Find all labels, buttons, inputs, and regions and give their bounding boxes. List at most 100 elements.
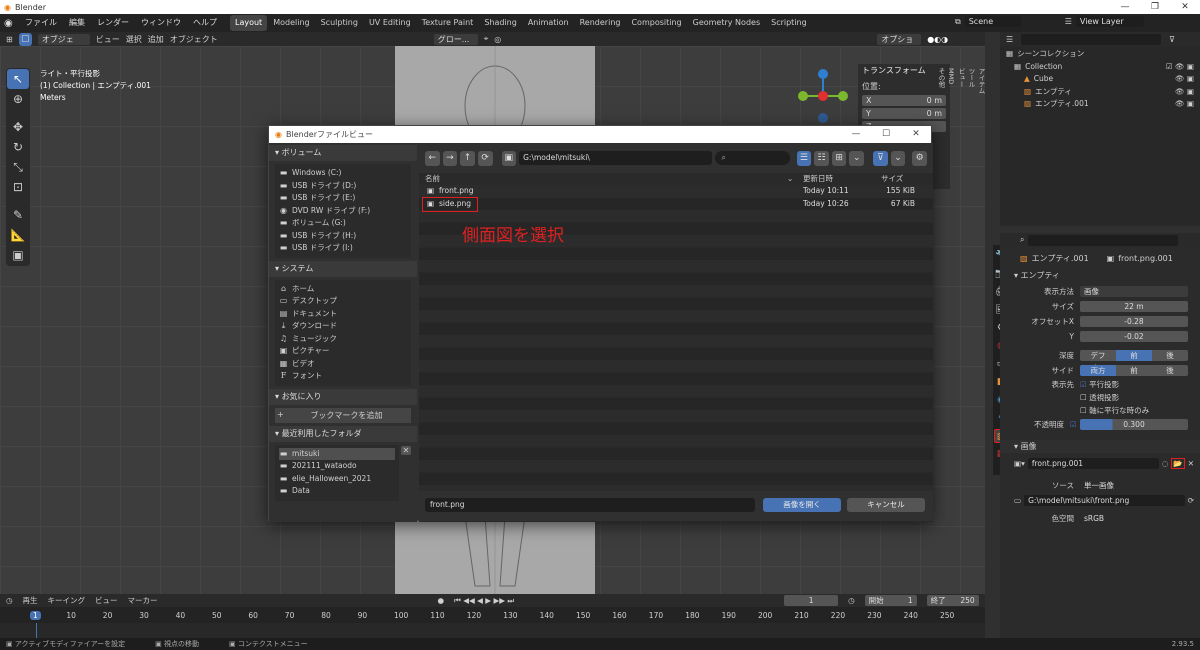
- annotate-tool-icon[interactable]: ✎: [7, 205, 29, 225]
- col-date[interactable]: 更新日時: [803, 173, 833, 185]
- volume-item[interactable]: ▬ USB ドライブ (H:): [279, 230, 407, 243]
- image-browse-icon[interactable]: ▣▾: [1014, 459, 1025, 468]
- dialog-maximize-button[interactable]: ☐: [871, 126, 901, 143]
- depth-default[interactable]: デフォ...: [1080, 350, 1116, 371]
- shading-solid-icon[interactable]: ●◐◑: [927, 35, 948, 44]
- timeline-track[interactable]: [0, 623, 985, 638]
- close-button[interactable]: ✕: [1170, 0, 1200, 14]
- opacity-slider[interactable]: 0.300: [1080, 419, 1188, 430]
- offset-y-field[interactable]: -0.02: [1080, 331, 1188, 342]
- volume-item[interactable]: ▬ ボリューム (G:): [279, 217, 407, 230]
- orientation-selector[interactable]: グロー...: [433, 33, 478, 45]
- visibility-icon[interactable]: ☑ 👁 ▣: [1166, 61, 1194, 74]
- recent-item[interactable]: ▬ elie_Halloween_2021: [279, 473, 395, 486]
- grid-view-icon[interactable]: ⊞: [831, 150, 847, 166]
- new-folder-icon[interactable]: ▣: [501, 150, 517, 166]
- snap-icon[interactable]: ⌖: [484, 34, 489, 44]
- volume-item[interactable]: ▬ USB ドライブ (D:): [279, 180, 407, 193]
- clear-recent-icon[interactable]: ✕: [401, 445, 411, 455]
- side-front[interactable]: 前: [1116, 365, 1152, 376]
- back-icon[interactable]: ←: [425, 150, 440, 166]
- record-icon[interactable]: ●: [438, 596, 445, 605]
- tab-uv-editing[interactable]: UV Editing: [364, 15, 416, 31]
- end-frame-field[interactable]: 終了 250: [926, 595, 979, 606]
- menu-render[interactable]: レンダー: [92, 14, 134, 32]
- settings-gear-icon[interactable]: ⚙: [912, 150, 927, 166]
- menu-view[interactable]: ビュー: [96, 34, 120, 45]
- location-x-field[interactable]: X0 m: [862, 95, 946, 106]
- menu-help[interactable]: ヘルプ: [188, 14, 222, 32]
- forward-icon[interactable]: →: [442, 150, 458, 166]
- system-item-videos[interactable]: ▦ ビデオ: [279, 358, 407, 371]
- outliner-item-empty-001[interactable]: ▨ エンプティ.001 👁 ▣: [1006, 98, 1194, 111]
- file-row[interactable]: ▣ front.png Today 10:11 155 KiB: [419, 185, 933, 198]
- navigation-gizmo[interactable]: [795, 68, 855, 128]
- filepath-field[interactable]: G:\model\mitsuki\front.png: [1024, 495, 1185, 506]
- scene-selector[interactable]: Scene: [964, 16, 1021, 27]
- sort-dropdown-icon[interactable]: ⌄: [849, 150, 865, 166]
- system-item-home[interactable]: ⌂ ホーム: [279, 283, 407, 296]
- dialog-close-button[interactable]: ✕: [901, 126, 931, 143]
- empty-panel-header[interactable]: ▾ エンプティ: [1000, 269, 1200, 282]
- scale-tool-icon[interactable]: ⤡: [7, 157, 29, 177]
- cursor-tool-icon[interactable]: ⊕: [7, 89, 29, 109]
- cancel-button[interactable]: キャンセル: [847, 498, 925, 512]
- menu-file[interactable]: ファイル: [20, 14, 62, 32]
- proportional-icon[interactable]: ◎: [494, 35, 501, 44]
- volume-item[interactable]: ▬ USB ドライブ (E:): [279, 192, 407, 205]
- recent-item[interactable]: ▬ 202111_wataodo: [279, 460, 395, 473]
- menu-marker[interactable]: マーカー: [128, 595, 158, 606]
- frame-ruler[interactable]: 1 10 20 30 40 50 60 70 80 90 100 110 120 130 140 150 160…: [0, 610, 985, 622]
- visibility-icon[interactable]: 👁 ▣: [1175, 73, 1194, 86]
- mode-selector[interactable]: オブジェク...: [37, 33, 90, 55]
- location-y-field[interactable]: Y0 m: [862, 108, 946, 119]
- filter-icon[interactable]: ⊽: [873, 150, 888, 166]
- select-box-icon[interactable]: ▢: [18, 32, 32, 46]
- display-type-select[interactable]: 画像: [1080, 286, 1188, 297]
- outliner-scene-collection[interactable]: ▦ シーンコレクション: [1006, 48, 1194, 61]
- tab-layout[interactable]: Layout: [230, 15, 268, 31]
- tab-mmd[interactable]: MMD: [946, 68, 956, 96]
- editor-type-icon[interactable]: ⊞: [6, 35, 13, 44]
- tab-rendering[interactable]: Rendering: [575, 15, 626, 31]
- tab-geometry-nodes[interactable]: Geometry Nodes: [688, 15, 765, 31]
- filename-field[interactable]: front.png: [425, 498, 755, 512]
- menu-timeline-view[interactable]: ビュー: [95, 595, 118, 606]
- open-image-button[interactable]: 画像を開く: [763, 498, 841, 512]
- outliner-item-empty[interactable]: ▨ エンプティ 👁 ▣: [1006, 86, 1194, 99]
- fake-user-icon[interactable]: ◌: [1162, 459, 1169, 468]
- menu-add[interactable]: 追加: [148, 34, 164, 45]
- colorspace-select[interactable]: sRGB: [1080, 513, 1194, 524]
- col-size[interactable]: サイズ: [881, 173, 903, 185]
- add-bookmark-button[interactable]: + ブックマークを追加: [275, 407, 411, 423]
- path-field[interactable]: G:\model\mitsuki\: [519, 151, 713, 165]
- menu-playback[interactable]: 再生: [23, 595, 38, 606]
- tab-shading[interactable]: Shading: [479, 15, 522, 31]
- properties-search[interactable]: [1028, 234, 1179, 246]
- move-tool-icon[interactable]: ✥: [7, 117, 29, 137]
- depth-back[interactable]: 後: [1152, 350, 1188, 361]
- checkbox-axis-aligned[interactable]: ☐: [1080, 406, 1087, 415]
- system-header[interactable]: ▾ システム: [269, 260, 417, 277]
- transform-tool-icon[interactable]: ⊡: [7, 177, 29, 197]
- filter-icon[interactable]: ⊽: [1169, 35, 1175, 44]
- rotate-tool-icon[interactable]: ↻: [7, 137, 29, 157]
- search-field[interactable]: ⌕: [715, 151, 790, 165]
- menu-edit[interactable]: 編集: [64, 14, 90, 32]
- menu-keying[interactable]: キーイング: [48, 595, 86, 606]
- tab-tool[interactable]: ツール: [966, 68, 976, 94]
- depth-front[interactable]: 前: [1116, 350, 1152, 361]
- recent-item[interactable]: ▬ mitsuki: [279, 447, 395, 460]
- minimize-button[interactable]: —: [1110, 0, 1140, 14]
- visibility-icon[interactable]: 👁 ▣: [1175, 98, 1194, 111]
- tab-view[interactable]: ビュー: [956, 68, 966, 94]
- maximize-button[interactable]: ❐: [1140, 0, 1170, 14]
- playback-controls[interactable]: ⏮ ◀◀ ◀ ▶ ▶▶ ⏭: [454, 596, 514, 606]
- filter-dropdown-icon[interactable]: ⌄: [890, 150, 906, 166]
- measure-tool-icon[interactable]: 📐: [7, 225, 29, 245]
- tab-modeling[interactable]: Modeling: [268, 15, 314, 31]
- side-both[interactable]: 両方: [1080, 365, 1116, 376]
- image-name-field[interactable]: front.png.001: [1027, 457, 1159, 469]
- favorites-header[interactable]: ▾ お気に入り: [269, 388, 417, 405]
- visibility-icon[interactable]: 👁 ▣: [1175, 86, 1194, 99]
